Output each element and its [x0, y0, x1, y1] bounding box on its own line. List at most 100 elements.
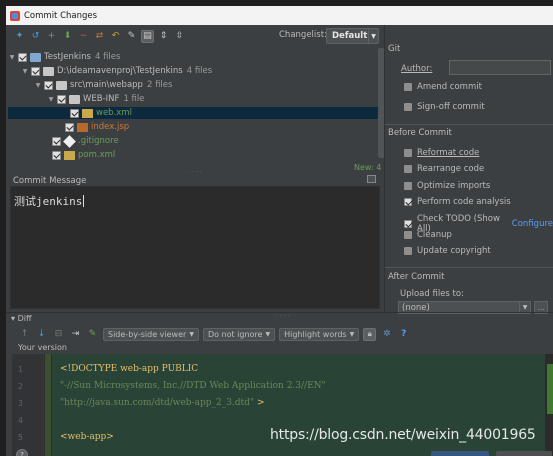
update-copyright-checkbox[interactable] [404, 247, 412, 255]
tree-row-label: D:\ideamavenproj\TestJenkins [57, 66, 183, 76]
csdn-watermark: https://blog.csdn.net/weixin_44001965 [270, 427, 536, 443]
author-label: Author: [401, 64, 433, 74]
tree-row-label: web.xml [96, 108, 132, 118]
cancel-button[interactable] [496, 451, 552, 456]
diff-icon[interactable]: ⇄ [93, 30, 106, 43]
expand-arrow-icon[interactable]: ▼ [34, 82, 42, 89]
update-icon[interactable]: ⬇ [61, 30, 74, 43]
module-icon [30, 52, 41, 62]
rearrange-code-option[interactable]: Rearrange code [404, 164, 484, 174]
tree-row[interactable]: ▼ WEB-INF 1 file [8, 93, 378, 105]
update-copyright-option[interactable]: Update copyright [404, 246, 491, 256]
settings-gear-icon[interactable]: ✲ [380, 328, 393, 341]
refresh-icon[interactable]: ✦ [13, 30, 26, 43]
changelist-label: Changelist: [279, 30, 327, 40]
rollback-icon[interactable]: ↺ [29, 30, 42, 43]
add-icon[interactable]: + [45, 30, 58, 43]
include-checkbox[interactable] [57, 94, 66, 104]
sign-off-label: Sign-off commit [417, 102, 485, 112]
help-icon[interactable]: ? [397, 328, 410, 341]
splitter-handle[interactable]: · · · · [6, 170, 384, 176]
splitter-handle[interactable]: · · · · [276, 313, 289, 320]
changelist-dropdown[interactable]: Default ▼ [326, 28, 379, 44]
amend-commit-checkbox[interactable] [404, 83, 412, 91]
code-analysis-option[interactable]: Perform code analysis [404, 197, 511, 207]
expand-arrow-icon[interactable]: ▼ [8, 54, 16, 61]
tree-row[interactable]: ▼ TestJenkins 4 files [8, 51, 378, 63]
tree-row-label: src\main\webapp [70, 80, 143, 90]
include-checkbox[interactable] [70, 108, 79, 118]
tree-row-selected[interactable]: web.xml [8, 107, 378, 119]
reformat-code-label: Reformat code [417, 148, 480, 158]
include-checkbox[interactable] [52, 136, 61, 146]
message-history-icon[interactable] [367, 175, 376, 183]
tree-row[interactable]: index.jsp [8, 121, 378, 133]
author-input[interactable] [449, 60, 551, 75]
amend-commit-option[interactable]: Amend commit [404, 82, 482, 92]
highlight-dropdown[interactable]: Highlight words ▼ [279, 327, 360, 341]
changelist-value: Default [332, 31, 368, 41]
expand-all-icon[interactable]: ⇕ [157, 30, 170, 43]
divider [385, 267, 553, 268]
collapse-all-icon[interactable]: ⇳ [173, 30, 186, 43]
previous-difference-icon[interactable]: ↑ [18, 328, 31, 341]
diff-section-header[interactable]: ▾ Diff · · · · [6, 312, 553, 323]
include-checkbox[interactable] [18, 52, 27, 62]
expand-arrow-icon[interactable]: ▼ [47, 96, 55, 103]
chevron-down-icon: ▼ [368, 29, 378, 43]
lock-icon[interactable]: 🔒︎ [363, 327, 377, 341]
intellij-app-icon [10, 10, 20, 21]
tree-row-label: .gitignore [78, 136, 119, 146]
delete-icon[interactable]: − [77, 30, 90, 43]
file-count: 4 files [186, 66, 213, 76]
include-checkbox[interactable] [31, 66, 40, 76]
sign-off-checkbox[interactable] [404, 103, 412, 111]
edit-icon[interactable]: ✎ [125, 30, 138, 43]
cleanup-checkbox[interactable] [404, 231, 412, 239]
commit-message-label: Commit Message [13, 176, 87, 186]
upload-files-label: Upload files to: [400, 289, 464, 299]
upload-target-value: (none) [402, 302, 430, 313]
next-difference-icon[interactable]: ↓ [35, 328, 48, 341]
configure-link[interactable]: Configure [512, 219, 553, 229]
tree-row-label: WEB-INF [83, 94, 120, 104]
line-number: 2 [18, 382, 23, 391]
jump-to-source-icon[interactable]: ⇥ [69, 328, 82, 341]
sign-off-option[interactable]: Sign-off commit [404, 102, 485, 112]
title-bar: Commit Changes [6, 6, 553, 25]
tree-row[interactable]: ▼ src\main\webapp 2 files [8, 79, 378, 91]
cleanup-option[interactable]: Cleanup [404, 230, 452, 240]
file-count: 2 files [146, 80, 173, 90]
reformat-code-checkbox[interactable] [404, 149, 412, 157]
expand-arrow-icon[interactable]: ▼ [21, 68, 29, 75]
folder-icon [43, 66, 54, 76]
include-checkbox[interactable] [44, 80, 53, 90]
commit-message-input[interactable]: 测试jenkins [10, 186, 380, 309]
edit-source-icon[interactable]: ✎ [86, 328, 99, 341]
optimize-imports-checkbox[interactable] [404, 182, 412, 190]
reformat-code-option[interactable]: Reformat code [404, 148, 479, 158]
include-checkbox[interactable] [52, 150, 61, 160]
check-todo-checkbox[interactable] [404, 220, 412, 228]
optimize-imports-option[interactable]: Optimize imports [404, 181, 490, 191]
tree-row[interactable]: pom.xml [8, 149, 378, 161]
code-line: <!DOCTYPE web-app PUBLIC [60, 364, 199, 374]
tree-row[interactable]: .gitignore [8, 134, 378, 148]
commit-button[interactable] [431, 451, 489, 456]
include-checkbox[interactable] [65, 122, 74, 132]
line-number: 1 [18, 365, 23, 374]
folder-icon [69, 94, 80, 104]
change-marker [45, 354, 51, 456]
tree-row[interactable]: ▼ D:\ideamavenproj\TestJenkins 4 files [8, 65, 378, 77]
group-icon[interactable]: ▤ [141, 29, 154, 43]
after-commit-title: After Commit [388, 272, 445, 282]
code-analysis-checkbox[interactable] [404, 198, 412, 206]
dialog-help-icon[interactable]: ? [16, 449, 28, 456]
rearrange-code-checkbox[interactable] [404, 165, 412, 173]
chevron-down-icon: ▼ [189, 330, 194, 338]
scrollbar-change-marker[interactable] [547, 364, 553, 414]
viewer-mode-dropdown[interactable]: Side-by-side viewer ▼ [103, 327, 199, 341]
undo-icon[interactable]: ↶ [109, 30, 122, 43]
whitespace-dropdown[interactable]: Do not ignore ▼ [202, 327, 276, 341]
compare-icon[interactable]: ⊟ [52, 328, 65, 341]
